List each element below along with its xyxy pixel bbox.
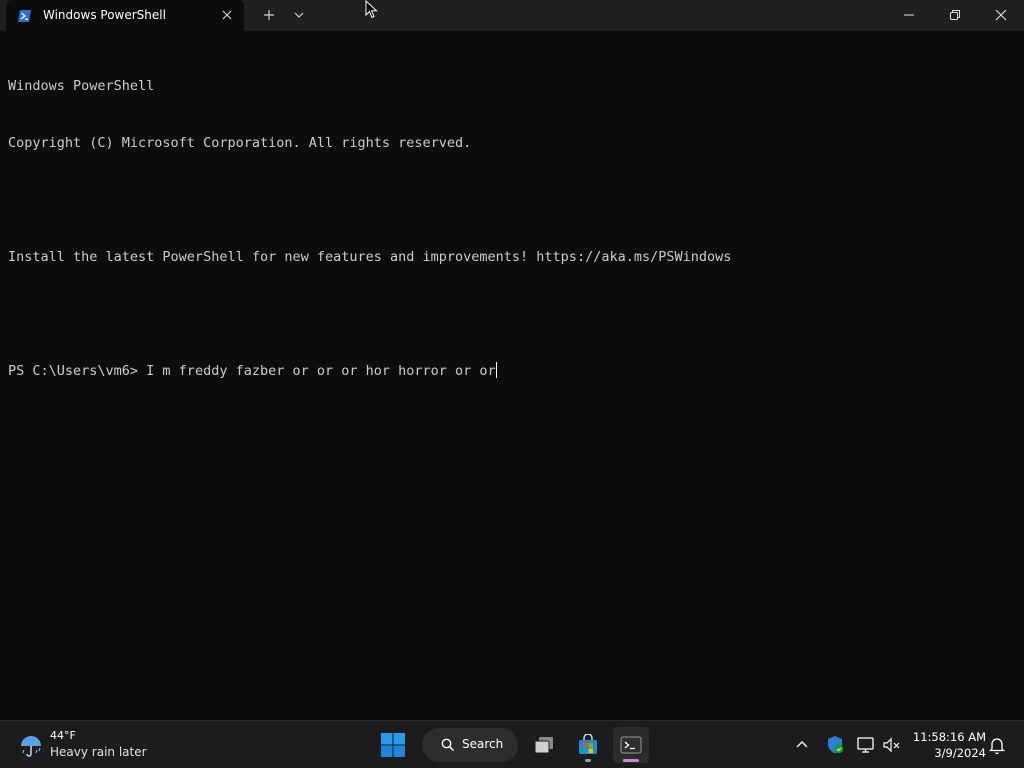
minimize-icon bbox=[904, 14, 914, 16]
weather-widget[interactable]: 44°F Heavy rain later bbox=[14, 727, 164, 763]
tab-dropdown-button[interactable] bbox=[288, 5, 310, 25]
new-tab-button[interactable] bbox=[258, 5, 280, 25]
terminal-line: Install the latest PowerShell for new fe… bbox=[8, 249, 732, 265]
taskbar: 44°F Heavy rain later Search 11:58:16 AM… bbox=[0, 720, 1024, 768]
volume-tray-button[interactable] bbox=[880, 733, 904, 757]
notifications-button[interactable] bbox=[985, 733, 1009, 757]
weather-temperature: 44°F bbox=[50, 729, 76, 742]
store-icon bbox=[579, 734, 597, 754]
minimize-button[interactable] bbox=[886, 0, 932, 31]
title-bar[interactable]: Windows PowerShell bbox=[0, 0, 1024, 31]
command-input[interactable]: I m freddy fazber or or or hor horror or… bbox=[146, 362, 496, 381]
search-button[interactable]: Search bbox=[422, 728, 518, 762]
system-clock[interactable]: 11:58:16 AM 3/9/2024 bbox=[906, 729, 986, 761]
tab-windows-powershell[interactable]: Windows PowerShell bbox=[6, 0, 244, 31]
bell-icon bbox=[988, 738, 1006, 755]
task-view-button[interactable] bbox=[526, 727, 562, 763]
terminal-output[interactable]: Windows PowerShell Copyright (C) Microso… bbox=[8, 39, 1016, 709]
rain-umbrella-icon bbox=[18, 733, 44, 759]
terminal-line: Copyright (C) Microsoft Corporation. All… bbox=[8, 135, 472, 151]
clock-date: 3/9/2024 bbox=[934, 746, 986, 760]
text-cursor bbox=[495, 362, 497, 378]
network-tray-button[interactable] bbox=[854, 733, 878, 757]
network-icon bbox=[857, 737, 874, 753]
clock-time: 11:58:16 AM bbox=[912, 730, 986, 744]
restore-icon bbox=[950, 10, 960, 20]
prompt-line[interactable]: PS C:\Users\vm6> I m freddy fazber or or… bbox=[8, 362, 1016, 381]
weather-description: Heavy rain later bbox=[50, 745, 147, 759]
plus-icon bbox=[264, 10, 274, 20]
chevron-up-icon bbox=[796, 741, 808, 748]
close-button[interactable] bbox=[978, 0, 1024, 31]
windows-logo-icon bbox=[381, 733, 405, 757]
terminal-icon bbox=[620, 736, 642, 754]
search-icon bbox=[441, 738, 455, 752]
security-tray-button[interactable] bbox=[823, 733, 847, 757]
task-view-icon bbox=[534, 737, 553, 754]
chevron-down-icon bbox=[294, 12, 304, 18]
active-indicator bbox=[623, 759, 639, 762]
maximize-button[interactable] bbox=[932, 0, 978, 31]
prompt: PS C:\Users\vm6> bbox=[8, 363, 147, 379]
volume-muted-icon bbox=[883, 737, 900, 753]
powershell-window: Windows PowerShell Windows PowerShell Co… bbox=[0, 0, 1024, 720]
terminal-button[interactable] bbox=[613, 727, 649, 763]
running-indicator bbox=[585, 759, 591, 762]
defender-icon bbox=[828, 736, 844, 754]
mouse-pointer-icon bbox=[365, 0, 379, 20]
terminal-line: Windows PowerShell bbox=[8, 78, 155, 94]
powershell-icon bbox=[18, 8, 32, 22]
show-hidden-icons-button[interactable] bbox=[790, 733, 814, 757]
start-button[interactable] bbox=[374, 727, 412, 763]
tab-close-icon[interactable] bbox=[218, 6, 236, 24]
microsoft-store-button[interactable] bbox=[570, 727, 606, 763]
search-label: Search bbox=[462, 737, 504, 751]
close-icon bbox=[995, 9, 1007, 21]
tab-label: Windows PowerShell bbox=[43, 8, 166, 22]
